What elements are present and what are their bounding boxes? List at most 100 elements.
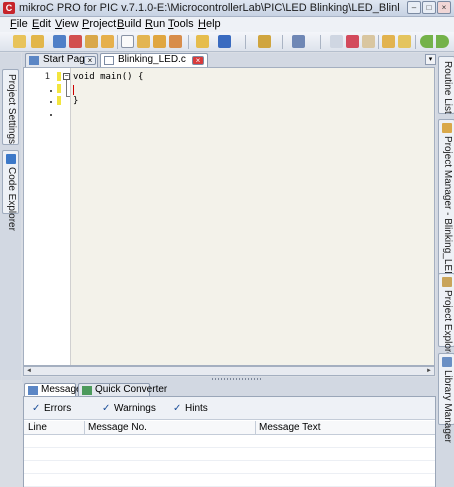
- line-number: 1: [44, 72, 50, 82]
- filter-label: Warnings: [114, 403, 156, 414]
- splitter-grip[interactable]: [212, 378, 262, 380]
- toolbar-separator: [320, 35, 321, 49]
- filter-hints[interactable]: ✓ Hints: [173, 403, 208, 414]
- menu-run[interactable]: Run: [145, 18, 165, 30]
- tab-label: Project Explorer: [442, 290, 453, 362]
- horizontal-scrollbar[interactable]: ◄ ►: [23, 366, 435, 376]
- toolbar-separator: [378, 35, 379, 49]
- monitor-icon[interactable]: [292, 35, 305, 48]
- tab-blinking-led-c[interactable]: Blinking_LED.c ×: [100, 53, 208, 67]
- column-divider[interactable]: [84, 421, 85, 435]
- menu-edit[interactable]: Edit: [32, 18, 51, 30]
- menu-file[interactable]: File: [10, 18, 28, 30]
- menu-build[interactable]: Build: [117, 18, 141, 30]
- library-manager-icon: [442, 357, 452, 367]
- tab-code-explorer[interactable]: Code Explorer: [2, 150, 19, 231]
- project-explorer-icon: [442, 277, 452, 287]
- toolbar-separator: [117, 35, 118, 49]
- fold-strip: [56, 68, 71, 365]
- build-icon[interactable]: [258, 35, 271, 48]
- save-all-icon[interactable]: [218, 35, 231, 48]
- code-editor[interactable]: 1 − void main() { }: [23, 67, 435, 366]
- filter-label: Errors: [44, 403, 72, 414]
- save-project-icon[interactable]: [53, 35, 66, 48]
- messages-panel: ✓ Errors ✓ Warnings ✓ Hints Line Message…: [23, 396, 436, 487]
- filter-label: Hints: [185, 403, 208, 414]
- tab-messages[interactable]: Messages: [24, 383, 87, 397]
- messages-table-header: Line Message No. Message Text: [24, 421, 435, 435]
- toolbar-separator: [188, 35, 189, 49]
- changed-line-marker: [57, 84, 61, 93]
- filter-warnings[interactable]: ✓ Warnings: [102, 403, 156, 414]
- column-divider[interactable]: [255, 421, 256, 435]
- document-tab-bar: Start Page × Blinking_LED.c ×: [22, 53, 436, 67]
- tab-list-dropdown[interactable]: ▾: [425, 54, 436, 65]
- project-manager-icon: [442, 123, 452, 133]
- fold-toggle-icon[interactable]: −: [63, 73, 70, 80]
- scroll-left-icon[interactable]: ◄: [24, 367, 34, 375]
- changed-line-marker: [57, 72, 61, 81]
- tab-project-explorer[interactable]: Project Explorer: [438, 273, 454, 361]
- tab-start-page[interactable]: Start Page ×: [25, 53, 98, 67]
- checkbox-hints[interactable]: ✓: [173, 403, 181, 414]
- scroll-right-icon[interactable]: ►: [424, 367, 434, 375]
- table-row: [24, 462, 435, 474]
- column-line[interactable]: Line: [28, 422, 47, 433]
- column-message-text[interactable]: Message Text: [259, 422, 321, 433]
- code-explorer-icon: [6, 154, 16, 164]
- fold-guide-end: [66, 96, 70, 97]
- menu-tools[interactable]: Tools: [168, 18, 194, 30]
- toolbar-separator: [282, 35, 283, 49]
- replace-icon[interactable]: [398, 35, 411, 48]
- checkbox-warnings[interactable]: ✓: [102, 403, 110, 414]
- tab-library-manager[interactable]: Library Manager: [438, 353, 454, 443]
- open-folder-icon[interactable]: [196, 35, 209, 48]
- changed-line-marker: [57, 96, 61, 105]
- fold-guide: [66, 80, 67, 97]
- line-marker: [50, 90, 52, 92]
- ascii-table-icon[interactable]: [346, 35, 359, 48]
- converter-icon: [82, 386, 92, 395]
- open-project-icon[interactable]: [31, 35, 44, 48]
- new-file-icon[interactable]: [101, 35, 114, 48]
- forward-icon[interactable]: [436, 35, 449, 48]
- tab-project-settings[interactable]: Project Settings: [2, 69, 19, 145]
- text-caret: [73, 85, 74, 95]
- new-project-icon[interactable]: [13, 35, 26, 48]
- maximize-button[interactable]: □: [422, 1, 436, 14]
- toolbar-separator: [415, 35, 416, 49]
- close-tab-icon[interactable]: ×: [84, 56, 96, 65]
- paste-icon[interactable]: [362, 35, 375, 48]
- find-icon[interactable]: [382, 35, 395, 48]
- menu-project[interactable]: Project: [82, 18, 116, 30]
- table-row: [24, 436, 435, 448]
- tab-label: Routine List: [442, 61, 453, 114]
- line-number-gutter: 1: [24, 68, 56, 365]
- close-tab-icon[interactable]: ×: [192, 56, 204, 65]
- edit-icon[interactable]: [169, 35, 182, 48]
- tab-routine-list[interactable]: Routine List: [438, 56, 454, 114]
- messages-icon: [28, 386, 38, 395]
- project-options-icon[interactable]: [85, 35, 98, 48]
- tab-label: Library Manager: [442, 370, 453, 443]
- table-row: [24, 449, 435, 461]
- tab-quick-converter[interactable]: Quick Converter: [78, 383, 167, 397]
- code-line: }: [73, 96, 79, 106]
- minimize-button[interactable]: –: [407, 1, 421, 14]
- checkbox-errors[interactable]: ✓: [32, 403, 40, 414]
- column-message-no[interactable]: Message No.: [88, 422, 147, 433]
- filter-errors[interactable]: ✓ Errors: [32, 403, 72, 414]
- save-file-icon[interactable]: [137, 35, 150, 48]
- code-line: void main() {: [73, 72, 144, 82]
- back-icon[interactable]: [420, 35, 433, 48]
- close-project-icon[interactable]: [69, 35, 82, 48]
- tab-label: Blinking_LED.c: [118, 54, 186, 65]
- menu-help[interactable]: Help: [198, 18, 221, 30]
- close-button[interactable]: ×: [437, 1, 451, 14]
- menu-view[interactable]: View: [55, 18, 79, 30]
- close-file-icon[interactable]: [153, 35, 166, 48]
- c-file-icon: [104, 56, 114, 65]
- open-file-icon[interactable]: [121, 35, 134, 48]
- tab-label: Code Explorer: [6, 167, 17, 231]
- programmer-icon[interactable]: [330, 35, 343, 48]
